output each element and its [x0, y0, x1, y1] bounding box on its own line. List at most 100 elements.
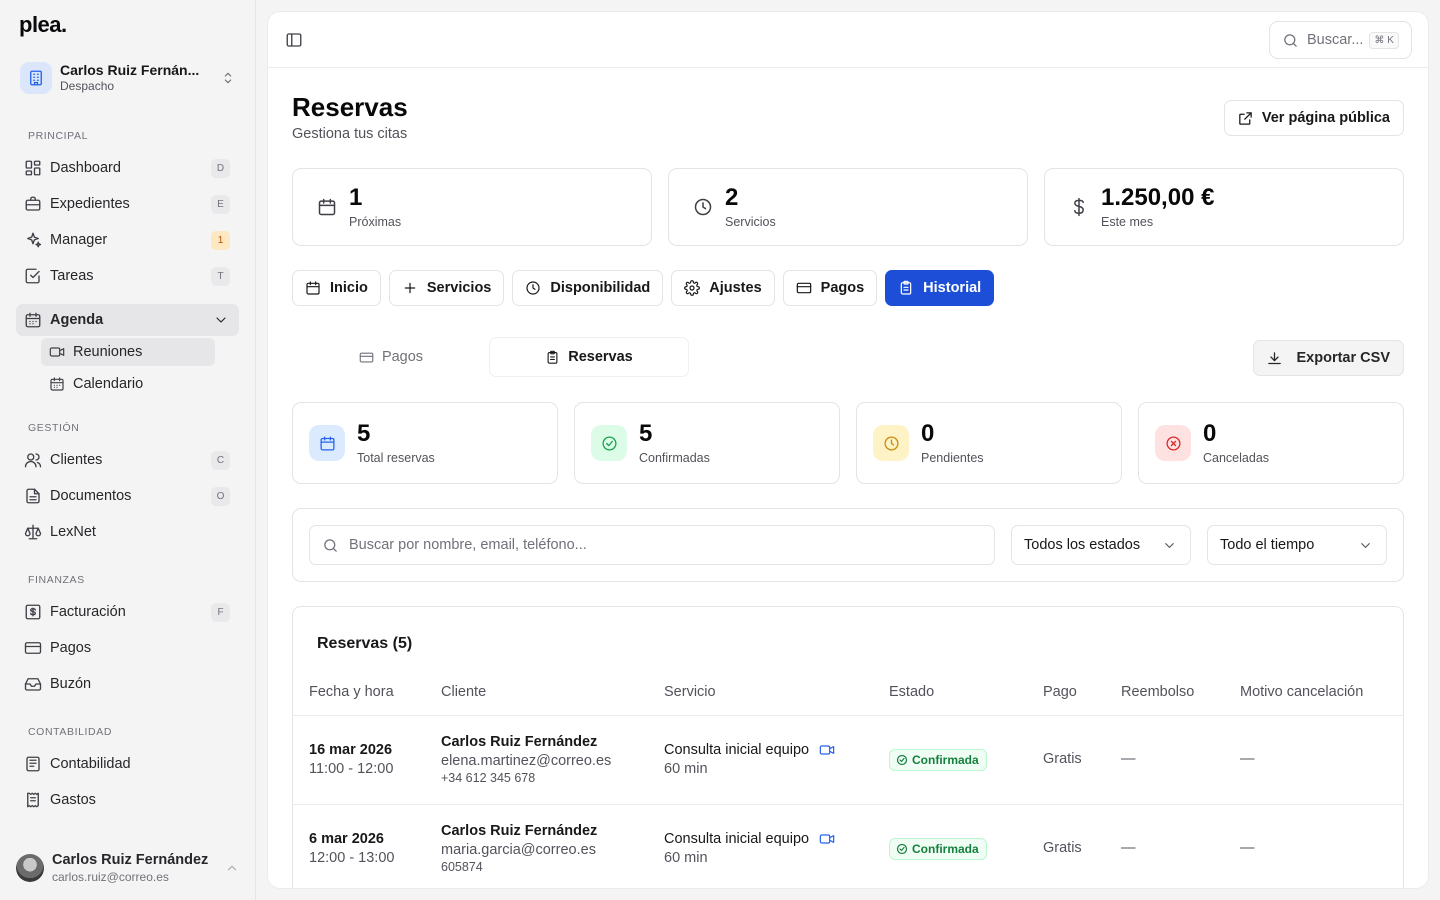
stat-value: 0: [1203, 419, 1217, 447]
sidebar-item-gastos[interactable]: Gastos: [16, 784, 239, 816]
period-filter-value: Todo el tiempo: [1220, 537, 1315, 553]
payment-value: Gratis: [1043, 840, 1082, 856]
kpi-value: 1: [349, 183, 363, 211]
view-public-page-button[interactable]: Ver página pública: [1223, 100, 1404, 136]
status-filter-select[interactable]: Todos los estados: [1011, 525, 1191, 565]
chevron-down-icon: [213, 312, 229, 328]
column-header[interactable]: Motivo cancelación: [1240, 684, 1363, 700]
app-logo[interactable]: plea.: [19, 12, 67, 38]
sidebar-item-label: LexNet: [50, 524, 96, 540]
subtab-reservas[interactable]: Reservas: [490, 338, 688, 376]
client-name: Carlos Ruiz Fernández: [441, 823, 598, 839]
tab-inicio[interactable]: Inicio: [292, 270, 381, 306]
tab-pagos[interactable]: Pagos: [782, 270, 878, 306]
subtab-label: Reservas: [568, 349, 633, 365]
column-header[interactable]: Fecha y hora: [309, 684, 394, 700]
bookings-table: Reservas (5) Fecha y hora Cliente Servic…: [292, 606, 1404, 888]
client-email: maria.garcia@correo.es: [441, 842, 596, 858]
export-csv-label: Exportar CSV: [1296, 350, 1390, 366]
kpi-label: Servicios: [725, 214, 776, 229]
search-icon: [1282, 32, 1299, 49]
sidebar-item-dashboard[interactable]: Dashboard D: [16, 152, 239, 184]
sidebar: plea. Carlos Ruiz Fernán... Despacho PRI…: [0, 0, 256, 900]
tab-label: Historial: [923, 280, 982, 296]
building-icon: [20, 62, 52, 94]
gear-icon: [684, 280, 701, 296]
shortcut-badge: T: [211, 266, 230, 286]
sidebar-item-documentos[interactable]: Documentos O: [16, 480, 239, 512]
tab-label: Inicio: [330, 280, 368, 296]
tab-ajustes[interactable]: Ajustes: [671, 270, 775, 306]
chevron-up-icon: [225, 861, 239, 875]
column-header[interactable]: Reembolso: [1121, 684, 1194, 700]
kpi-value: 2: [725, 183, 739, 211]
calendar-icon: [305, 280, 321, 296]
shortcut-badge: E: [211, 194, 230, 214]
period-filter-select[interactable]: Todo el tiempo: [1207, 525, 1387, 565]
stat-value: 5: [357, 419, 371, 447]
sidebar-item-label: Manager: [50, 232, 108, 248]
sidebar-toggle-icon[interactable]: [285, 31, 303, 49]
external-link-icon: [1237, 110, 1254, 127]
user-name: Carlos Ruiz Fernández: [52, 852, 209, 869]
stat-label: Total reservas: [357, 450, 435, 465]
book-icon: [24, 755, 42, 773]
tab-disponibilidad[interactable]: Disponibilidad: [512, 270, 664, 306]
column-header[interactable]: Cliente: [441, 684, 486, 700]
sidebar-item-contabilidad[interactable]: Contabilidad: [16, 748, 239, 780]
section-label-gestion: GESTIÓN: [28, 422, 80, 434]
sidebar-item-lexnet[interactable]: LexNet: [16, 516, 239, 548]
table-row[interactable]: 6 mar 2026 12:00 - 13:00 Carlos Ruiz Fer…: [293, 805, 1403, 888]
video-icon: [49, 344, 65, 360]
sidebar-item-clientes[interactable]: Clientes C: [16, 444, 239, 476]
chevron-down-icon: [1358, 538, 1373, 553]
sidebar-item-facturacion[interactable]: Facturación F: [16, 596, 239, 628]
kpi-card-upcoming: 1 Próximas: [292, 168, 652, 246]
dollar-icon: [1069, 197, 1089, 217]
sidebar-item-tareas[interactable]: Tareas T: [16, 260, 239, 292]
tab-servicios[interactable]: Servicios: [388, 270, 505, 306]
search-icon: [322, 537, 339, 554]
check-circle-icon: [896, 754, 908, 766]
credit-card-icon: [796, 280, 812, 296]
bookings-search-input[interactable]: [349, 537, 969, 553]
export-csv-button[interactable]: Exportar CSV: [1252, 340, 1404, 376]
stat-card-pending: 0 Pendientes: [856, 402, 1122, 484]
receipt-icon: [24, 791, 42, 809]
page-title: Reservas: [292, 92, 408, 122]
sidebar-subitem-label: Calendario: [73, 376, 144, 392]
payment-value: Gratis: [1043, 751, 1082, 767]
sidebar-item-label: Agenda: [50, 312, 104, 328]
bookings-search-field: [309, 525, 995, 565]
account-switcher[interactable]: Carlos Ruiz Fernán... Despacho: [18, 56, 240, 100]
column-header[interactable]: Estado: [889, 684, 934, 700]
table-row[interactable]: 16 mar 2026 11:00 - 12:00 Carlos Ruiz Fe…: [293, 716, 1403, 805]
tab-historial[interactable]: Historial: [885, 270, 995, 306]
file-text-icon: [24, 487, 42, 505]
subtab-pagos[interactable]: Pagos: [292, 338, 490, 376]
global-search-button[interactable]: Buscar... ⌘ K: [1269, 21, 1412, 59]
status-badge: Confirmada: [889, 838, 987, 860]
column-header[interactable]: Pago: [1043, 684, 1077, 700]
sidebar-subitem-calendario[interactable]: Calendario: [41, 370, 215, 398]
sidebar-item-pagos[interactable]: Pagos: [16, 632, 239, 664]
column-header[interactable]: Servicio: [664, 684, 716, 700]
sidebar-item-agenda[interactable]: Agenda: [16, 304, 239, 336]
history-segmented-control: Pagos Reservas: [292, 338, 688, 376]
user-menu[interactable]: Carlos Ruiz Fernández carlos.ruiz@correo…: [0, 836, 255, 900]
status-label: Confirmada: [912, 842, 979, 856]
sidebar-subitem-reuniones[interactable]: Reuniones: [41, 338, 215, 366]
avatar: [16, 854, 44, 882]
sidebar-item-expedientes[interactable]: Expedientes E: [16, 188, 239, 220]
kpi-label: Próximas: [349, 214, 402, 229]
client-phone: 605874: [441, 860, 483, 874]
inbox-icon: [24, 675, 42, 693]
sidebar-item-manager[interactable]: Manager 1: [16, 224, 239, 256]
section-label-contabilidad: CONTABILIDAD: [28, 726, 113, 738]
refund-value: —: [1121, 840, 1136, 856]
sidebar-item-buzon[interactable]: Buzón: [16, 668, 239, 700]
sidebar-item-label: Facturación: [50, 604, 126, 620]
clipboard-icon: [545, 350, 560, 365]
topbar: Buscar... ⌘ K: [268, 12, 1428, 68]
briefcase-icon: [24, 195, 42, 213]
